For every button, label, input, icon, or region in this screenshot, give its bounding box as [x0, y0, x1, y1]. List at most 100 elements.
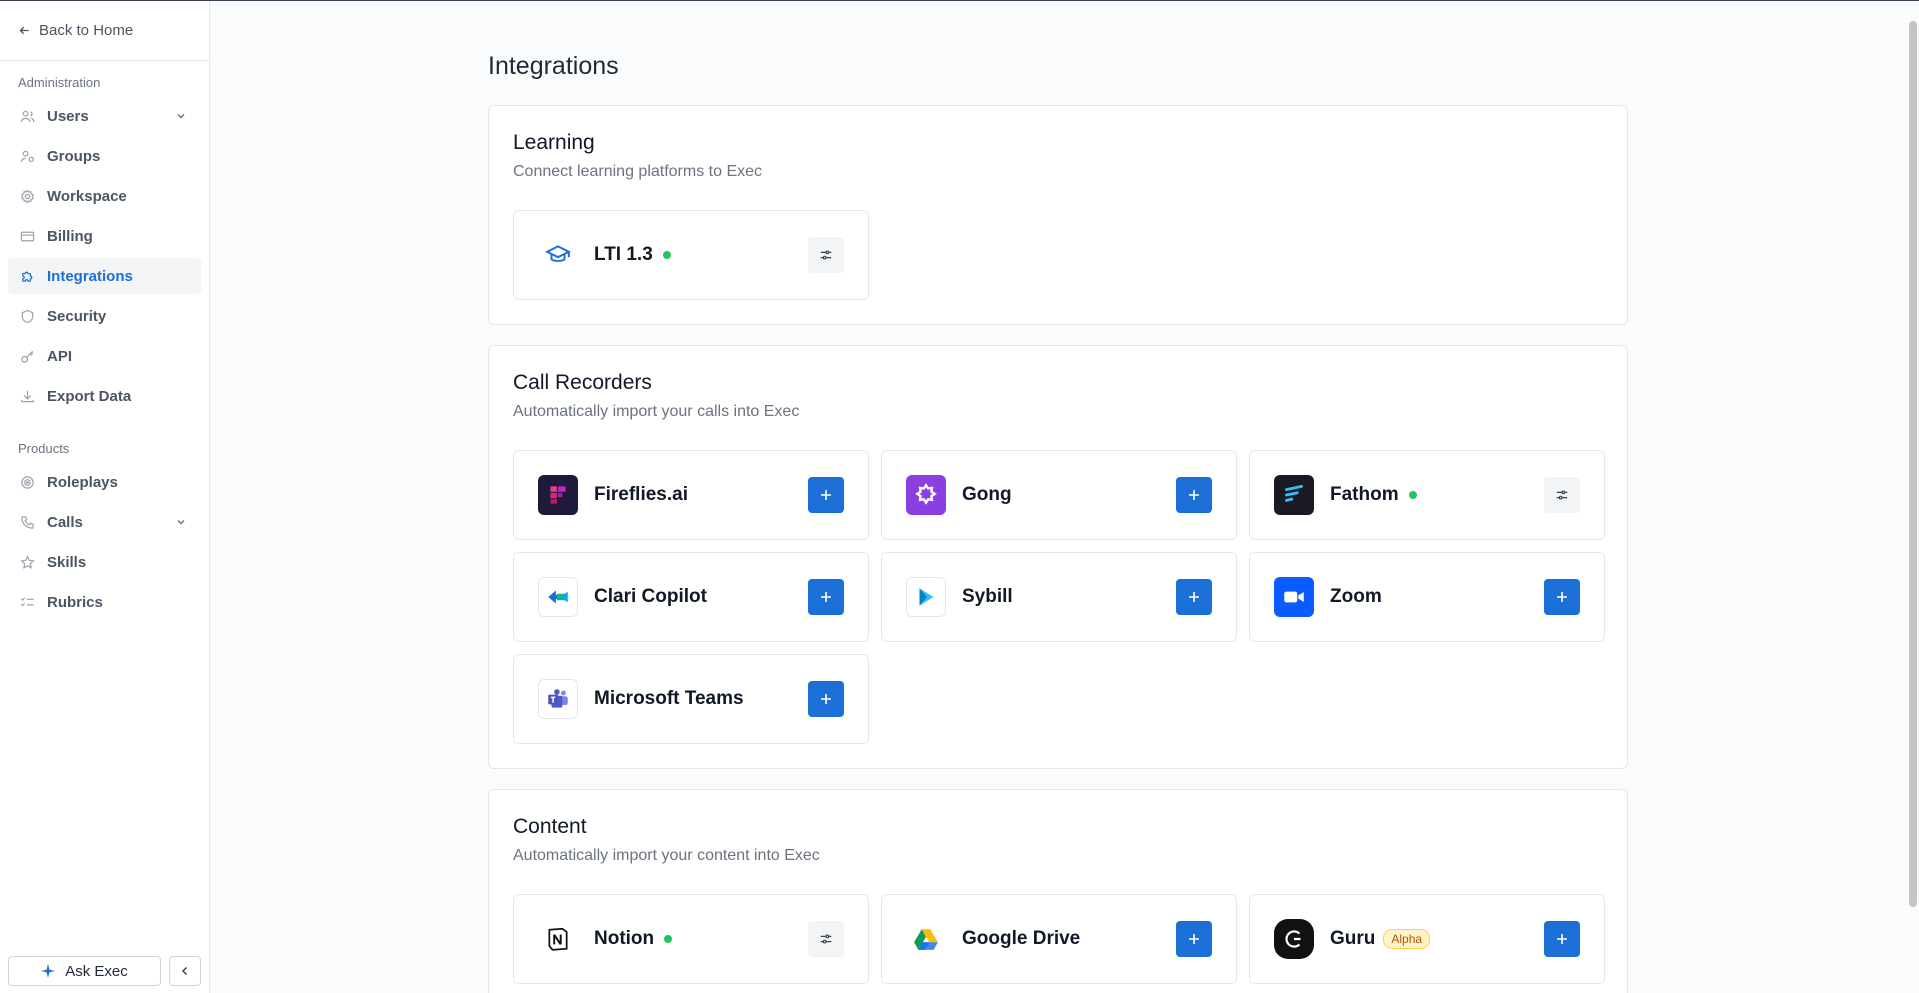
- shield-icon: [21, 309, 34, 323]
- collapse-sidebar-button[interactable]: [169, 956, 201, 986]
- add-integration-button[interactable]: [1544, 921, 1580, 957]
- integration-tile-gong[interactable]: Gong: [881, 450, 1237, 540]
- connected-status-dot: [664, 935, 673, 943]
- chevron-down-icon[interactable]: [175, 516, 187, 528]
- sidebar-item-label: Export Data: [47, 387, 132, 405]
- gear-icon: [21, 188, 34, 204]
- target-icon: [21, 475, 34, 489]
- sidebar-item-api[interactable]: API: [8, 338, 201, 374]
- sparkle-icon: [41, 964, 56, 978]
- teams-logo: [538, 679, 578, 719]
- sidebar-item-label: Users: [47, 107, 89, 125]
- alpha-badge: Alpha: [1383, 929, 1431, 949]
- section-title: Content: [513, 815, 587, 838]
- sidebar-item-label: Integrations: [47, 267, 133, 285]
- add-integration-button[interactable]: [808, 579, 844, 615]
- administration-label: Administration: [18, 75, 101, 90]
- puzzle-icon: [22, 271, 33, 282]
- sidebar-item-label: Workspace: [47, 187, 127, 205]
- integration-name: Fathom: [1330, 484, 1399, 505]
- phone-icon: [21, 515, 34, 529]
- sliders-icon: [1556, 490, 1568, 500]
- integration-tile-google-drive[interactable]: Google Drive: [881, 894, 1237, 984]
- integration-tile-fireflies[interactable]: Fireflies.ai: [513, 450, 869, 540]
- sidebar-item-integrations[interactable]: Integrations: [8, 258, 201, 294]
- integration-tile-fathom[interactable]: Fathom: [1249, 450, 1605, 540]
- integration-tile-clari-copilot[interactable]: Clari Copilot: [513, 552, 869, 642]
- plus-icon: [1189, 934, 1199, 944]
- page-title: Integrations: [488, 52, 619, 80]
- add-integration-button[interactable]: [1176, 477, 1212, 513]
- plus-icon: [1189, 592, 1199, 602]
- key-icon: [21, 350, 34, 363]
- configure-button[interactable]: [808, 237, 844, 273]
- back-to-home-link[interactable]: Back to Home: [0, 1, 209, 61]
- ask-exec-button[interactable]: Ask Exec: [8, 956, 161, 986]
- google-drive-logo: [906, 919, 946, 959]
- section-subtitle: Automatically import your calls into Exe…: [513, 403, 800, 420]
- add-integration-button[interactable]: [808, 477, 844, 513]
- integration-name: Microsoft Teams: [594, 688, 744, 709]
- sliders-icon: [820, 934, 832, 944]
- gong-logo: [906, 475, 946, 515]
- plus-icon: [821, 490, 831, 500]
- sidebar-item-calls[interactable]: Calls: [8, 504, 201, 540]
- sybill-logo: [906, 577, 946, 617]
- integration-tile-guru[interactable]: Guru Alpha: [1249, 894, 1605, 984]
- sidebar-item-export-data[interactable]: Export Data: [8, 378, 201, 414]
- sidebar-item-users[interactable]: Users: [8, 98, 201, 134]
- integration-name: Guru: [1330, 928, 1376, 949]
- sidebar-item-workspace[interactable]: Workspace: [8, 178, 201, 214]
- connected-status-dot: [662, 251, 671, 259]
- configure-button[interactable]: [808, 921, 844, 957]
- clari-logo: [538, 577, 578, 617]
- fathom-logo: [1274, 475, 1314, 515]
- arrow-left-icon: [19, 26, 29, 35]
- content-section: Content Automatically import your conten…: [488, 789, 1628, 993]
- plus-icon: [1557, 592, 1567, 602]
- add-integration-button[interactable]: [1544, 579, 1580, 615]
- sidebar-item-label: Skills: [47, 553, 87, 571]
- sidebar: Back to Home Administration Users Groups…: [0, 1, 210, 993]
- notion-logo: [538, 919, 578, 959]
- ask-exec-label: Ask Exec: [65, 962, 128, 980]
- plus-icon: [821, 694, 831, 704]
- section-subtitle: Automatically import your content into E…: [513, 847, 820, 864]
- sidebar-item-security[interactable]: Security: [8, 298, 201, 334]
- sidebar-item-label: Rubrics: [47, 593, 103, 611]
- back-label: Back to Home: [39, 22, 134, 39]
- integration-tile-zoom[interactable]: Zoom: [1249, 552, 1605, 642]
- sidebar-item-rubrics[interactable]: Rubrics: [8, 584, 201, 620]
- sidebar-item-label: Roleplays: [47, 473, 118, 491]
- groups-icon: [20, 150, 34, 162]
- sidebar-item-billing[interactable]: Billing: [8, 218, 201, 254]
- zoom-logo: [1274, 577, 1314, 617]
- chevron-down-icon[interactable]: [175, 110, 187, 122]
- integration-tile-sybill[interactable]: Sybill: [881, 552, 1237, 642]
- products-label: Products: [18, 441, 70, 456]
- sidebar-item-groups[interactable]: Groups: [8, 138, 201, 174]
- sidebar-item-skills[interactable]: Skills: [8, 544, 201, 580]
- integration-tile-microsoft-teams[interactable]: Microsoft Teams: [513, 654, 869, 744]
- plus-icon: [821, 592, 831, 602]
- sidebar-item-roleplays[interactable]: Roleplays: [8, 464, 201, 500]
- add-integration-button[interactable]: [808, 681, 844, 717]
- sidebar-item-label: Calls: [47, 513, 83, 531]
- configure-button[interactable]: [1544, 477, 1580, 513]
- graduation-cap-icon: [538, 235, 578, 275]
- add-integration-button[interactable]: [1176, 579, 1212, 615]
- users-icon: [20, 110, 35, 122]
- integration-tile-notion[interactable]: Notion: [513, 894, 869, 984]
- guru-logo: [1274, 919, 1314, 959]
- integration-tile-lti[interactable]: LTI 1.3: [513, 210, 869, 300]
- checklist-icon: [20, 596, 34, 606]
- integration-name: Notion: [594, 928, 655, 949]
- main-content: Integrations Learning Connect learning p…: [488, 1, 1628, 993]
- star-icon: [20, 554, 35, 569]
- page-scrollbar[interactable]: [1909, 21, 1917, 907]
- sidebar-item-label: Groups: [47, 147, 101, 165]
- plus-icon: [1557, 934, 1567, 944]
- add-integration-button[interactable]: [1176, 921, 1212, 957]
- sidebar-item-label: API: [47, 347, 73, 365]
- section-subtitle: Connect learning platforms to Exec: [513, 163, 763, 180]
